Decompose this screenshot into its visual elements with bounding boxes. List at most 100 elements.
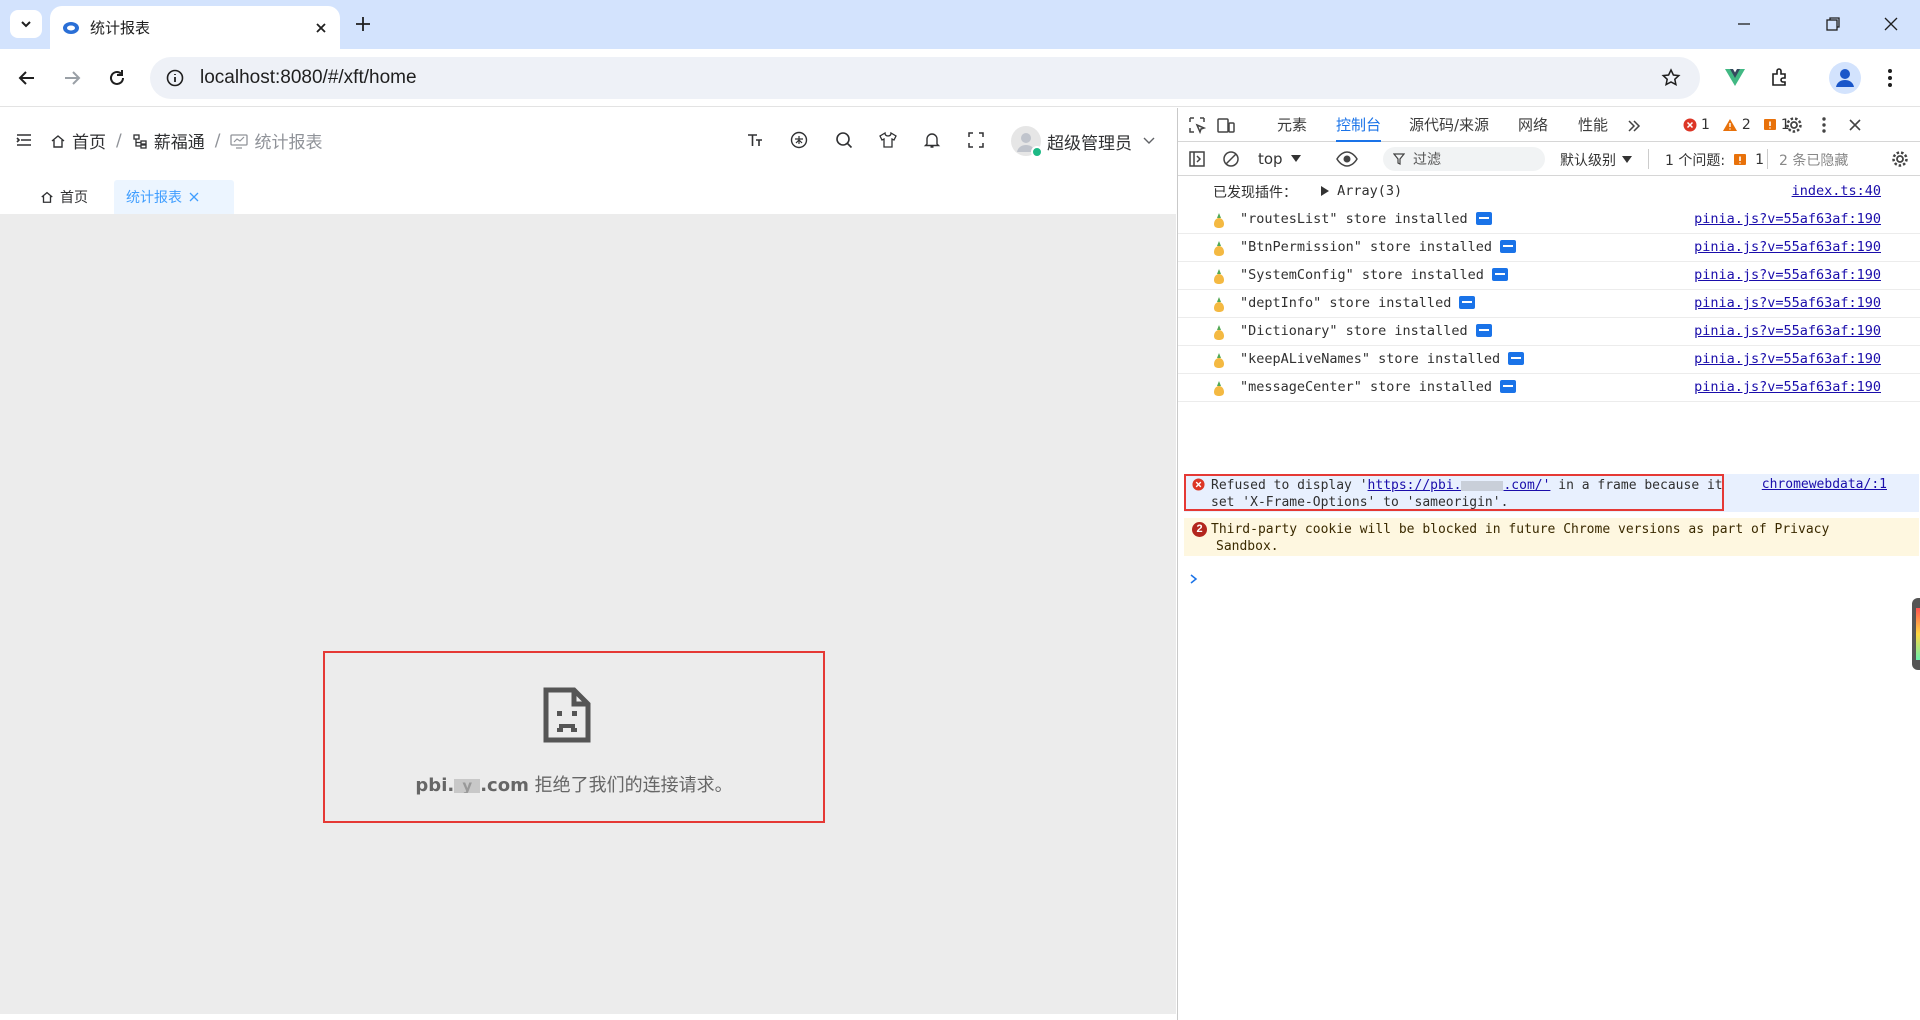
bell-icon[interactable] — [923, 131, 941, 149]
error-url-link[interactable]: https://pbi. .com/' — [1368, 478, 1551, 493]
browser-titlebar: 统计报表 — [0, 0, 1920, 49]
bookmark-star-icon[interactable] — [1661, 68, 1681, 88]
error-text-line2: set 'X-Frame-Options' to 'sameorigin'. — [1211, 495, 1509, 510]
console-settings-icon[interactable] — [1891, 150, 1909, 168]
tab-elements[interactable]: 元素 — [1277, 108, 1307, 142]
device-toolbar-icon[interactable] — [1216, 116, 1236, 134]
new-tab-icon[interactable] — [354, 15, 372, 33]
url-text: localhost:8080/#/xft/home — [200, 67, 417, 88]
profile-avatar[interactable] — [1829, 62, 1861, 94]
reload-icon[interactable] — [107, 68, 127, 88]
tab-network[interactable]: 网络 — [1518, 108, 1548, 142]
iframe-content-area: pbi. y .com 拒绝了我们的连接请求。 — [0, 214, 1176, 1014]
user-name[interactable]: 超级管理员 — [1047, 129, 1132, 154]
log-message: "Dictionary" store installed — [1240, 323, 1492, 339]
error-url-start: https://pbi. — [1367, 478, 1462, 493]
console-log-row: "deptInfo" store installed pinia.js?v=55a… — [1178, 290, 1920, 318]
close-tag-icon[interactable] — [188, 191, 200, 203]
theme-icon[interactable] — [879, 131, 897, 149]
forward-icon[interactable] — [62, 68, 82, 88]
log-level-selector[interactable]: 默认级别 — [1560, 150, 1632, 170]
address-bar[interactable]: localhost:8080/#/xft/home — [150, 57, 1700, 99]
source-link[interactable]: pinia.js?v=55af63af:190 — [1694, 323, 1881, 339]
tag-home[interactable]: 首页 — [28, 180, 100, 214]
tab-performance[interactable]: 性能 — [1578, 108, 1608, 142]
source-link[interactable]: pinia.js?v=55af63af:190 — [1694, 211, 1881, 227]
breadcrumb-separator: / — [116, 130, 122, 151]
new-badge-icon — [1491, 267, 1508, 281]
breadcrumb-home[interactable]: 首页 — [50, 128, 106, 153]
pinia-icon — [1214, 381, 1224, 396]
back-icon[interactable] — [17, 68, 37, 88]
online-status-dot — [1031, 146, 1043, 158]
pinia-icon — [1214, 241, 1224, 256]
vue-devtools-icon[interactable] — [1724, 66, 1746, 88]
fullscreen-icon[interactable] — [967, 131, 985, 149]
divider — [1648, 149, 1649, 169]
favicon-icon — [63, 21, 79, 34]
home-icon — [41, 191, 53, 203]
warning-text-line1: Third-party cookie will be blocked in fu… — [1211, 522, 1830, 537]
menu-fold-icon[interactable] — [15, 131, 33, 149]
error-message: Refused to display 'https://pbi. .com/' i… — [1211, 477, 1723, 511]
breadcrumb-home-label: 首页 — [72, 133, 106, 153]
tags-view-bar: 首页 统计报表 — [0, 174, 1176, 214]
log-text: "BtnPermission" store installed — [1240, 239, 1492, 255]
blocked-frame-error: pbi. y .com 拒绝了我们的连接请求。 — [323, 651, 825, 823]
settings-gear-icon[interactable] — [1785, 116, 1803, 134]
language-icon[interactable] — [790, 131, 808, 149]
source-link[interactable]: pinia.js?v=55af63af:190 — [1694, 351, 1881, 367]
redacted-host-mask: y — [454, 779, 481, 793]
sad-page-icon — [543, 687, 591, 743]
more-tabs-icon[interactable] — [1627, 119, 1641, 133]
chrome-menu-icon[interactable] — [1886, 68, 1894, 88]
log-text: "deptInfo" store installed — [1240, 295, 1452, 311]
source-link[interactable]: pinia.js?v=55af63af:190 — [1694, 267, 1881, 283]
user-dropdown-chevron-icon[interactable] — [1142, 134, 1156, 148]
side-drawer-handle[interactable] — [1912, 598, 1920, 670]
tag-home-label: 首页 — [60, 190, 88, 206]
new-badge-icon — [1499, 379, 1516, 393]
search-icon[interactable] — [835, 131, 853, 149]
context-selector[interactable]: top — [1258, 150, 1301, 168]
error-source-link[interactable]: chromewebdata/:1 — [1762, 477, 1887, 492]
site-info-icon[interactable] — [166, 69, 184, 87]
close-devtools-icon[interactable] — [1847, 117, 1863, 133]
user-avatar[interactable] — [1011, 126, 1043, 158]
source-link[interactable]: pinia.js?v=55af63af:190 — [1694, 379, 1881, 395]
browser-tab[interactable]: 统计报表 — [50, 6, 340, 49]
error-host-suffix: .com — [480, 775, 529, 796]
minimize-icon[interactable] — [1735, 15, 1753, 33]
error-host-prefix: pbi. — [415, 775, 455, 796]
handle-indicator — [1916, 608, 1920, 660]
source-link[interactable]: pinia.js?v=55af63af:190 — [1694, 239, 1881, 255]
tab-sources[interactable]: 源代码/来源 — [1409, 108, 1489, 142]
plugin-array[interactable]: Array(3) — [1321, 183, 1402, 199]
issues-button[interactable]: 1 个问题: 1 — [1665, 150, 1764, 170]
tab-search-button[interactable] — [10, 10, 42, 38]
warning-text-line2: Sandbox. — [1216, 539, 1279, 554]
devtools-menu-icon[interactable] — [1821, 116, 1827, 134]
console-counters[interactable]: 1 2 1 — [1683, 117, 1790, 133]
close-window-icon[interactable] — [1882, 15, 1900, 33]
font-size-icon[interactable] — [746, 131, 764, 149]
close-tab-icon[interactable] — [314, 21, 328, 35]
tab-console[interactable]: 控制台 — [1336, 108, 1382, 142]
log-text: "SystemConfig" store installed — [1240, 267, 1484, 283]
source-link[interactable]: index.ts:40 — [1792, 183, 1881, 199]
filter-input[interactable]: 过滤 — [1383, 147, 1545, 171]
new-badge-icon — [1508, 351, 1525, 365]
breadcrumb-xft[interactable]: 薪福通 — [132, 128, 205, 153]
tag-active-report[interactable]: 统计报表 — [114, 180, 234, 214]
pinia-icon — [1214, 269, 1224, 284]
clear-console-icon[interactable] — [1222, 150, 1240, 168]
sidebar-toggle-icon[interactable] — [1188, 150, 1206, 168]
extensions-icon[interactable] — [1769, 66, 1791, 88]
inspect-element-icon[interactable] — [1188, 116, 1206, 134]
log-text: "messageCenter" store installed — [1240, 379, 1492, 395]
restore-icon[interactable] — [1824, 15, 1842, 33]
live-expression-eye-icon[interactable] — [1336, 150, 1358, 168]
breadcrumb-separator: / — [214, 130, 221, 151]
console-prompt-icon[interactable] — [1189, 573, 1199, 585]
source-link[interactable]: pinia.js?v=55af63af:190 — [1694, 295, 1881, 311]
